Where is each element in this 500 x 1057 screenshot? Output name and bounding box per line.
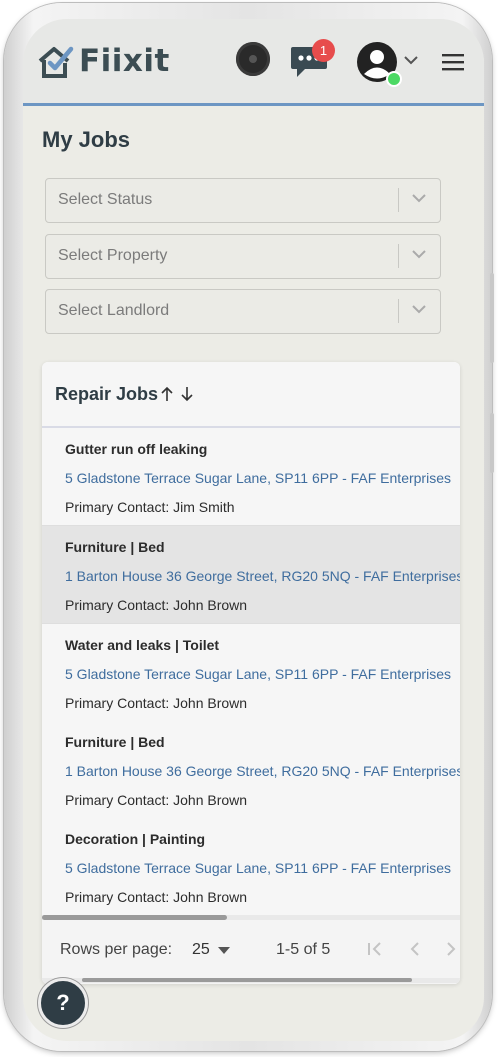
brand-logo[interactable]: Fiixit xyxy=(37,43,170,79)
job-address-link[interactable]: 5 Gladstone Terrace Sugar Lane, SP11 6PP… xyxy=(65,666,451,682)
repair-jobs-table: Repair Jobs Gutter run off leaking 5 Gla… xyxy=(42,362,460,984)
sort-arrows-icon[interactable] xyxy=(160,386,196,402)
pagination-range: 1-5 of 5 xyxy=(276,941,331,958)
scrollbar-thumb[interactable] xyxy=(82,978,412,982)
table-row[interactable]: Furniture | Bed 1 Barton House 36 George… xyxy=(42,721,460,819)
chevron-down-icon[interactable] xyxy=(411,193,427,203)
phone-frame: Fiixit 1 My Jobs Select Status Select Pr… xyxy=(4,3,494,1051)
side-button xyxy=(490,273,494,363)
chevron-down-icon[interactable] xyxy=(403,55,419,65)
app-header: Fiixit 1 xyxy=(23,19,484,106)
job-contact: Primary Contact: Jim Smith xyxy=(65,499,235,515)
table-row[interactable]: Gutter run off leaking 5 Gladstone Terra… xyxy=(42,428,460,526)
job-address-link[interactable]: 1 Barton House 36 George Street, RG20 5N… xyxy=(65,763,460,779)
job-address-link[interactable]: 1 Barton House 36 George Street, RG20 5N… xyxy=(65,568,460,584)
landlord-select[interactable]: Select Landlord xyxy=(45,289,441,334)
job-contact: Primary Contact: John Brown xyxy=(65,792,248,808)
rows-per-page-label: Rows per page: xyxy=(60,941,173,958)
help-button[interactable]: ? xyxy=(38,978,88,1028)
job-title: Decoration | Painting xyxy=(65,831,206,847)
select-divider xyxy=(398,188,399,212)
brand-name: Fiixit xyxy=(79,43,170,79)
previous-page-icon[interactable] xyxy=(406,940,424,958)
select-divider xyxy=(398,244,399,268)
job-address-link[interactable]: 5 Gladstone Terrace Sugar Lane, SP11 6PP… xyxy=(65,470,451,486)
job-address-link[interactable]: 5 Gladstone Terrace Sugar Lane, SP11 6PP… xyxy=(65,860,451,876)
job-title: Furniture | Bed xyxy=(65,539,165,555)
caret-down-icon[interactable] xyxy=(218,947,230,954)
screen: Fiixit 1 My Jobs Select Status Select Pr… xyxy=(23,19,484,1041)
select-divider xyxy=(398,299,399,323)
status-select[interactable]: Select Status xyxy=(45,178,441,223)
notification-badge: 1 xyxy=(312,39,335,62)
front-camera xyxy=(236,42,270,76)
job-contact: Primary Contact: John Brown xyxy=(65,695,248,711)
page-scrollbar[interactable] xyxy=(42,978,460,983)
chevron-down-icon[interactable] xyxy=(411,249,427,259)
house-check-icon xyxy=(38,46,74,78)
table-row[interactable]: Furniture | Bed 1 Barton House 36 George… xyxy=(42,526,460,624)
next-page-icon[interactable] xyxy=(444,940,460,958)
side-button xyxy=(490,413,494,473)
landlord-select-placeholder: Select Landlord xyxy=(58,302,170,319)
chevron-down-icon[interactable] xyxy=(411,304,427,314)
table-header: Repair Jobs xyxy=(42,362,460,428)
job-title: Furniture | Bed xyxy=(65,734,165,750)
page-title: My Jobs xyxy=(42,127,131,152)
status-select-placeholder: Select Status xyxy=(58,191,153,208)
job-title: Gutter run off leaking xyxy=(65,441,208,457)
job-title: Water and leaks | Toilet xyxy=(65,637,220,653)
first-page-icon[interactable] xyxy=(366,940,384,958)
rows-per-page-select[interactable]: 25 xyxy=(192,941,210,959)
table-title: Repair Jobs xyxy=(55,384,159,404)
table-row[interactable]: Decoration | Painting 5 Gladstone Terrac… xyxy=(42,818,460,916)
online-status-dot xyxy=(386,71,402,87)
job-contact: Primary Contact: John Brown xyxy=(65,889,248,905)
hamburger-menu-icon[interactable] xyxy=(441,53,465,71)
table-row[interactable]: Water and leaks | Toilet 5 Gladstone Ter… xyxy=(42,624,460,722)
property-select[interactable]: Select Property xyxy=(45,234,441,279)
table-pagination: Rows per page: 25 1-5 of 5 xyxy=(42,920,460,984)
property-select-placeholder: Select Property xyxy=(58,247,168,264)
job-contact: Primary Contact: John Brown xyxy=(65,597,248,613)
